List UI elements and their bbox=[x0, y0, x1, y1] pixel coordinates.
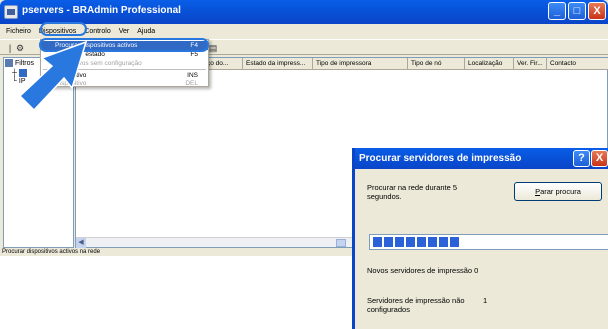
col-contact[interactable]: Contacto bbox=[547, 58, 608, 70]
progress-block bbox=[406, 237, 415, 247]
app-icon bbox=[4, 5, 18, 19]
unconfigured-servers-row: Servidores de impressão não configurados bbox=[367, 296, 465, 314]
col-status[interactable]: Estado da impress... bbox=[243, 58, 313, 70]
progress-block bbox=[439, 237, 448, 247]
search-dialog: Procurar servidores de impressão ? X Pro… bbox=[352, 148, 608, 329]
progress-block bbox=[450, 237, 459, 247]
menu-ajuda[interactable]: Ajuda bbox=[133, 25, 159, 38]
new-servers-count: 0 bbox=[474, 266, 479, 275]
menu-ficheiro[interactable]: Ficheiro bbox=[2, 25, 35, 38]
search-devices-icon[interactable]: ⚙ bbox=[14, 42, 26, 54]
maximize-button[interactable]: □ bbox=[568, 2, 586, 20]
tree-item-ip-label: IP bbox=[18, 78, 26, 85]
menu-item-refresh-status-label: Actualizar estado bbox=[55, 51, 105, 58]
unconfigured-label-line1: Servidores de impressão não bbox=[367, 296, 465, 305]
tree-connector-icon: ┼ bbox=[12, 69, 17, 77]
menu-ver[interactable]: Ver bbox=[115, 25, 134, 38]
col-printer-type[interactable]: Tipo de impressora bbox=[313, 58, 408, 70]
new-servers-label: Novos servidores de impressão bbox=[367, 266, 473, 275]
dialog-title[interactable]: Procurar servidores de impressão bbox=[355, 148, 608, 169]
progress-block bbox=[384, 237, 393, 247]
col-node-type[interactable]: Tipo de nó bbox=[408, 58, 465, 70]
dialog-close-icon[interactable]: X bbox=[591, 150, 608, 167]
search-progress-bar bbox=[369, 234, 608, 250]
menu-item-unconfigured-label: dispositivos sem configuração bbox=[55, 60, 142, 67]
menu-separator bbox=[43, 69, 206, 70]
unconfigured-count: 1 bbox=[483, 296, 488, 305]
menu-bar: Ficheiro Dispositivos Controlo Ver Ajuda bbox=[0, 25, 608, 38]
network-icon bbox=[18, 69, 27, 77]
progress-block bbox=[428, 237, 437, 247]
scroll-left-icon[interactable]: ◀ bbox=[76, 238, 86, 248]
stop-search-button[interactable]: Parar procura bbox=[514, 182, 602, 201]
filter-icon bbox=[5, 59, 13, 67]
col-location[interactable]: Localização bbox=[465, 58, 514, 70]
tree-item-ip[interactable]: └ IP bbox=[12, 78, 26, 85]
progress-block bbox=[395, 237, 404, 247]
close-button[interactable]: X bbox=[588, 2, 606, 20]
title-bar[interactable]: pservers - BRAdmin Professional _ □ X bbox=[0, 0, 608, 24]
help-icon[interactable]: ? bbox=[573, 150, 590, 167]
menu-item-delete-device-shortcut: DEL bbox=[185, 80, 198, 87]
scroll-thumb[interactable] bbox=[336, 239, 346, 247]
minimize-button[interactable]: _ bbox=[548, 2, 566, 20]
search-text-line2: segundos. bbox=[367, 192, 402, 201]
search-duration-text: Procurar na rede durante 5 segundos. bbox=[367, 183, 457, 201]
window-title: pservers - BRAdmin Professional bbox=[22, 5, 181, 16]
menu-item-delete-device-label: Dispositivo bbox=[55, 80, 87, 87]
highlight-ring-item bbox=[39, 38, 209, 52]
tree-item-1[interactable]: ┼ bbox=[12, 69, 27, 77]
progress-block bbox=[417, 237, 426, 247]
search-text-line1: Procurar na rede durante 5 bbox=[367, 183, 458, 192]
progress-block bbox=[373, 237, 382, 247]
tree-root-label: Filtros bbox=[14, 59, 35, 67]
new-servers-row: Novos servidores de impressão 0 bbox=[367, 266, 478, 275]
menu-item-add-device-label: Dispositivo bbox=[55, 72, 87, 79]
highlight-ring-menu bbox=[40, 22, 87, 36]
menu-item-unconfigured[interactable]: dispositivos sem configuração bbox=[41, 59, 208, 68]
unconfigured-label-line2: configurados bbox=[367, 305, 410, 314]
tree-root[interactable]: Filtros bbox=[5, 59, 34, 67]
tree-connector-icon: └ bbox=[12, 78, 17, 85]
col-firmware[interactable]: Ver. Fir... bbox=[514, 58, 547, 70]
menu-item-delete-device[interactable]: Dispositivo DEL bbox=[41, 79, 208, 88]
